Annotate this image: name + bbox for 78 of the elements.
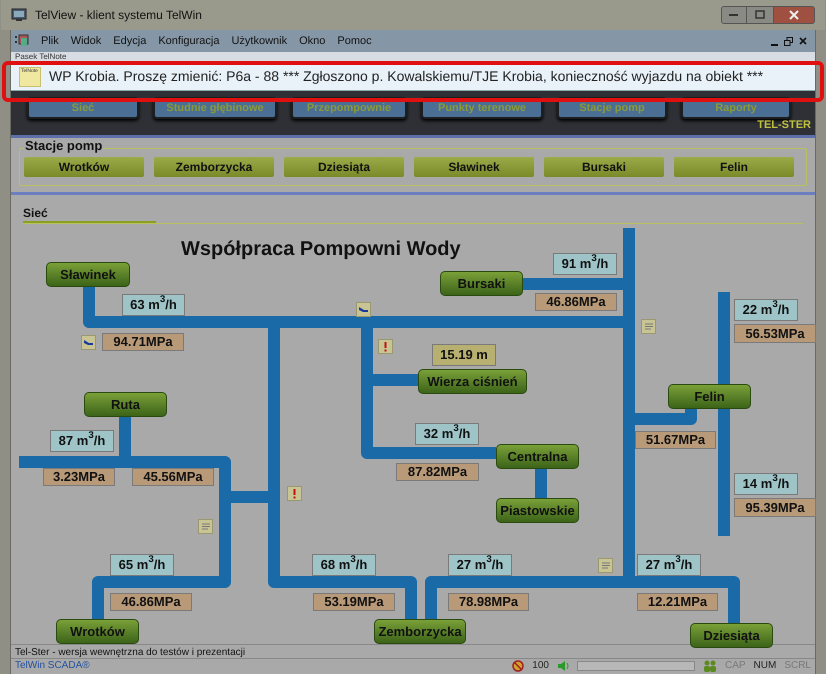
restore-icon[interactable] <box>784 36 793 46</box>
diagram-title: Współpraca Pompowni Wody <box>181 237 461 262</box>
station-button[interactable]: Sławinek <box>414 157 534 177</box>
app-name: TelWin SCADA® <box>15 659 90 673</box>
station-node[interactable]: Wrotków <box>56 619 139 644</box>
pressure-reading: 12.21MPa <box>637 593 718 611</box>
menu-item[interactable]: Plik <box>41 32 59 50</box>
pressure-reading: 46.86MPa <box>110 593 192 611</box>
panel-label: Pasek TelNote <box>15 53 66 61</box>
maximize-icon <box>755 10 765 20</box>
status-message: Tel-Ster - wersja wewnętrzna do testów i prezentacji <box>15 646 246 660</box>
users-icon <box>702 660 717 672</box>
station-button[interactable]: Bursaki <box>544 157 664 177</box>
station-button[interactable]: Dziesiąta <box>284 157 404 177</box>
pressure-reading: 78.98MPa <box>448 593 529 611</box>
station-node[interactable]: Zemborzycka <box>374 619 466 644</box>
station-node[interactable]: Dziesiąta <box>690 623 773 648</box>
close-icon <box>789 10 799 20</box>
alarm-icon <box>378 339 393 354</box>
flow-reading: 27 m$^{3}$/h <box>448 554 512 576</box>
flow-reading: 65 m$^{3}$/h <box>110 554 174 576</box>
pressure-reading: 45.56MPa <box>132 468 214 486</box>
station-node[interactable]: Sławinek <box>46 262 130 287</box>
app-icon <box>11 8 27 22</box>
menu-item[interactable]: Okno <box>299 32 326 50</box>
close-icon[interactable] <box>799 37 807 45</box>
station-node[interactable]: Wierza ciśnień <box>418 369 527 394</box>
station-node[interactable]: Ruta <box>84 392 167 417</box>
note-icon <box>598 558 613 573</box>
note-icon <box>198 519 213 534</box>
level-reading: 15.19 m <box>432 344 496 366</box>
alarm-icon <box>287 486 302 501</box>
no-sound-icon <box>512 660 524 672</box>
station-button[interactable]: Wrotków <box>24 157 144 177</box>
flow-reading: 63 m$^{3}$/h <box>122 294 185 316</box>
group-title: Stacje pomp <box>24 139 104 153</box>
pump-icon <box>356 302 371 317</box>
station-node[interactable]: Felin <box>668 384 751 409</box>
menu-item[interactable]: Użytkownik <box>231 32 288 50</box>
pressure-reading: 95.39MPa <box>734 498 816 517</box>
pressure-reading: 94.71MPa <box>102 333 184 351</box>
pressure-reading: 46.86MPa <box>535 293 617 311</box>
close-button[interactable] <box>773 6 815 24</box>
flow-reading: 32 m$^{3}$/h <box>415 423 479 445</box>
flow-reading: 87 m$^{3}$/h <box>50 430 114 452</box>
minimize-button[interactable] <box>721 6 747 24</box>
station-node[interactable]: Bursaki <box>440 271 523 296</box>
maximize-button[interactable] <box>747 6 773 24</box>
station-node[interactable]: Centralna <box>496 444 579 469</box>
pressure-reading: 3.23MPa <box>43 468 115 486</box>
pressure-reading: 56.53MPa <box>734 324 816 343</box>
pressure-reading: 51.67MPa <box>635 431 716 449</box>
pressure-reading: 53.19MPa <box>313 593 395 611</box>
menu-item[interactable]: Pomoc <box>337 32 372 50</box>
flow-reading: 22 m$^{3}$/h <box>734 299 798 321</box>
volume-value: 100 <box>532 659 549 673</box>
minimize-icon <box>729 13 739 17</box>
station-button[interactable]: Zemborzycka <box>154 157 274 177</box>
speaker-icon <box>556 660 569 672</box>
key-indicator: NUM <box>754 659 776 673</box>
menu-item[interactable]: Konfiguracja <box>158 32 220 50</box>
station-node[interactable]: Piastowskie <box>496 498 579 523</box>
note-message: WP Krobia. Proszę zmienić: P6a - 88 *** Zgłoszono p. Kowalskiemu/TJE Krobia, konieczność wyjazdu na obiekt *** <box>49 67 764 86</box>
pipe <box>535 469 547 498</box>
menu-item[interactable]: Widok <box>70 32 102 50</box>
brand-logo: TEL-STER <box>757 118 811 132</box>
flow-reading: 14 m$^{3}$/h <box>734 473 798 495</box>
section-title: Sieć <box>23 205 48 222</box>
flow-reading: 91 m$^{3}$/h <box>553 253 617 275</box>
station-button[interactable]: Felin <box>674 157 794 177</box>
grip-icon <box>15 34 29 48</box>
window-title: TelView - klient systemu TelWin <box>35 7 202 24</box>
flow-reading: 68 m$^{3}$/h <box>312 554 376 576</box>
flow-reading: 27 m$^{3}$/h <box>637 554 701 576</box>
pump-icon <box>81 335 96 350</box>
note-icon <box>641 319 656 334</box>
menu-item[interactable]: Edycja <box>113 32 146 50</box>
pressure-reading: 87.82MPa <box>396 463 479 481</box>
